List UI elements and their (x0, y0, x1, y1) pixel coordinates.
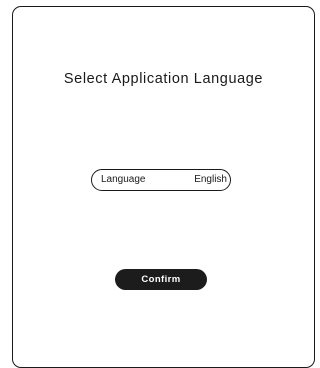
dialog-title: Select Application Language (63, 71, 264, 87)
confirm-button[interactable]: Confirm (115, 269, 207, 290)
language-selector-label: Language (101, 174, 146, 185)
language-dialog: Select Application Language Language Eng… (12, 6, 315, 368)
language-selector[interactable]: Language English (91, 169, 231, 191)
language-selector-value: English (194, 174, 227, 185)
